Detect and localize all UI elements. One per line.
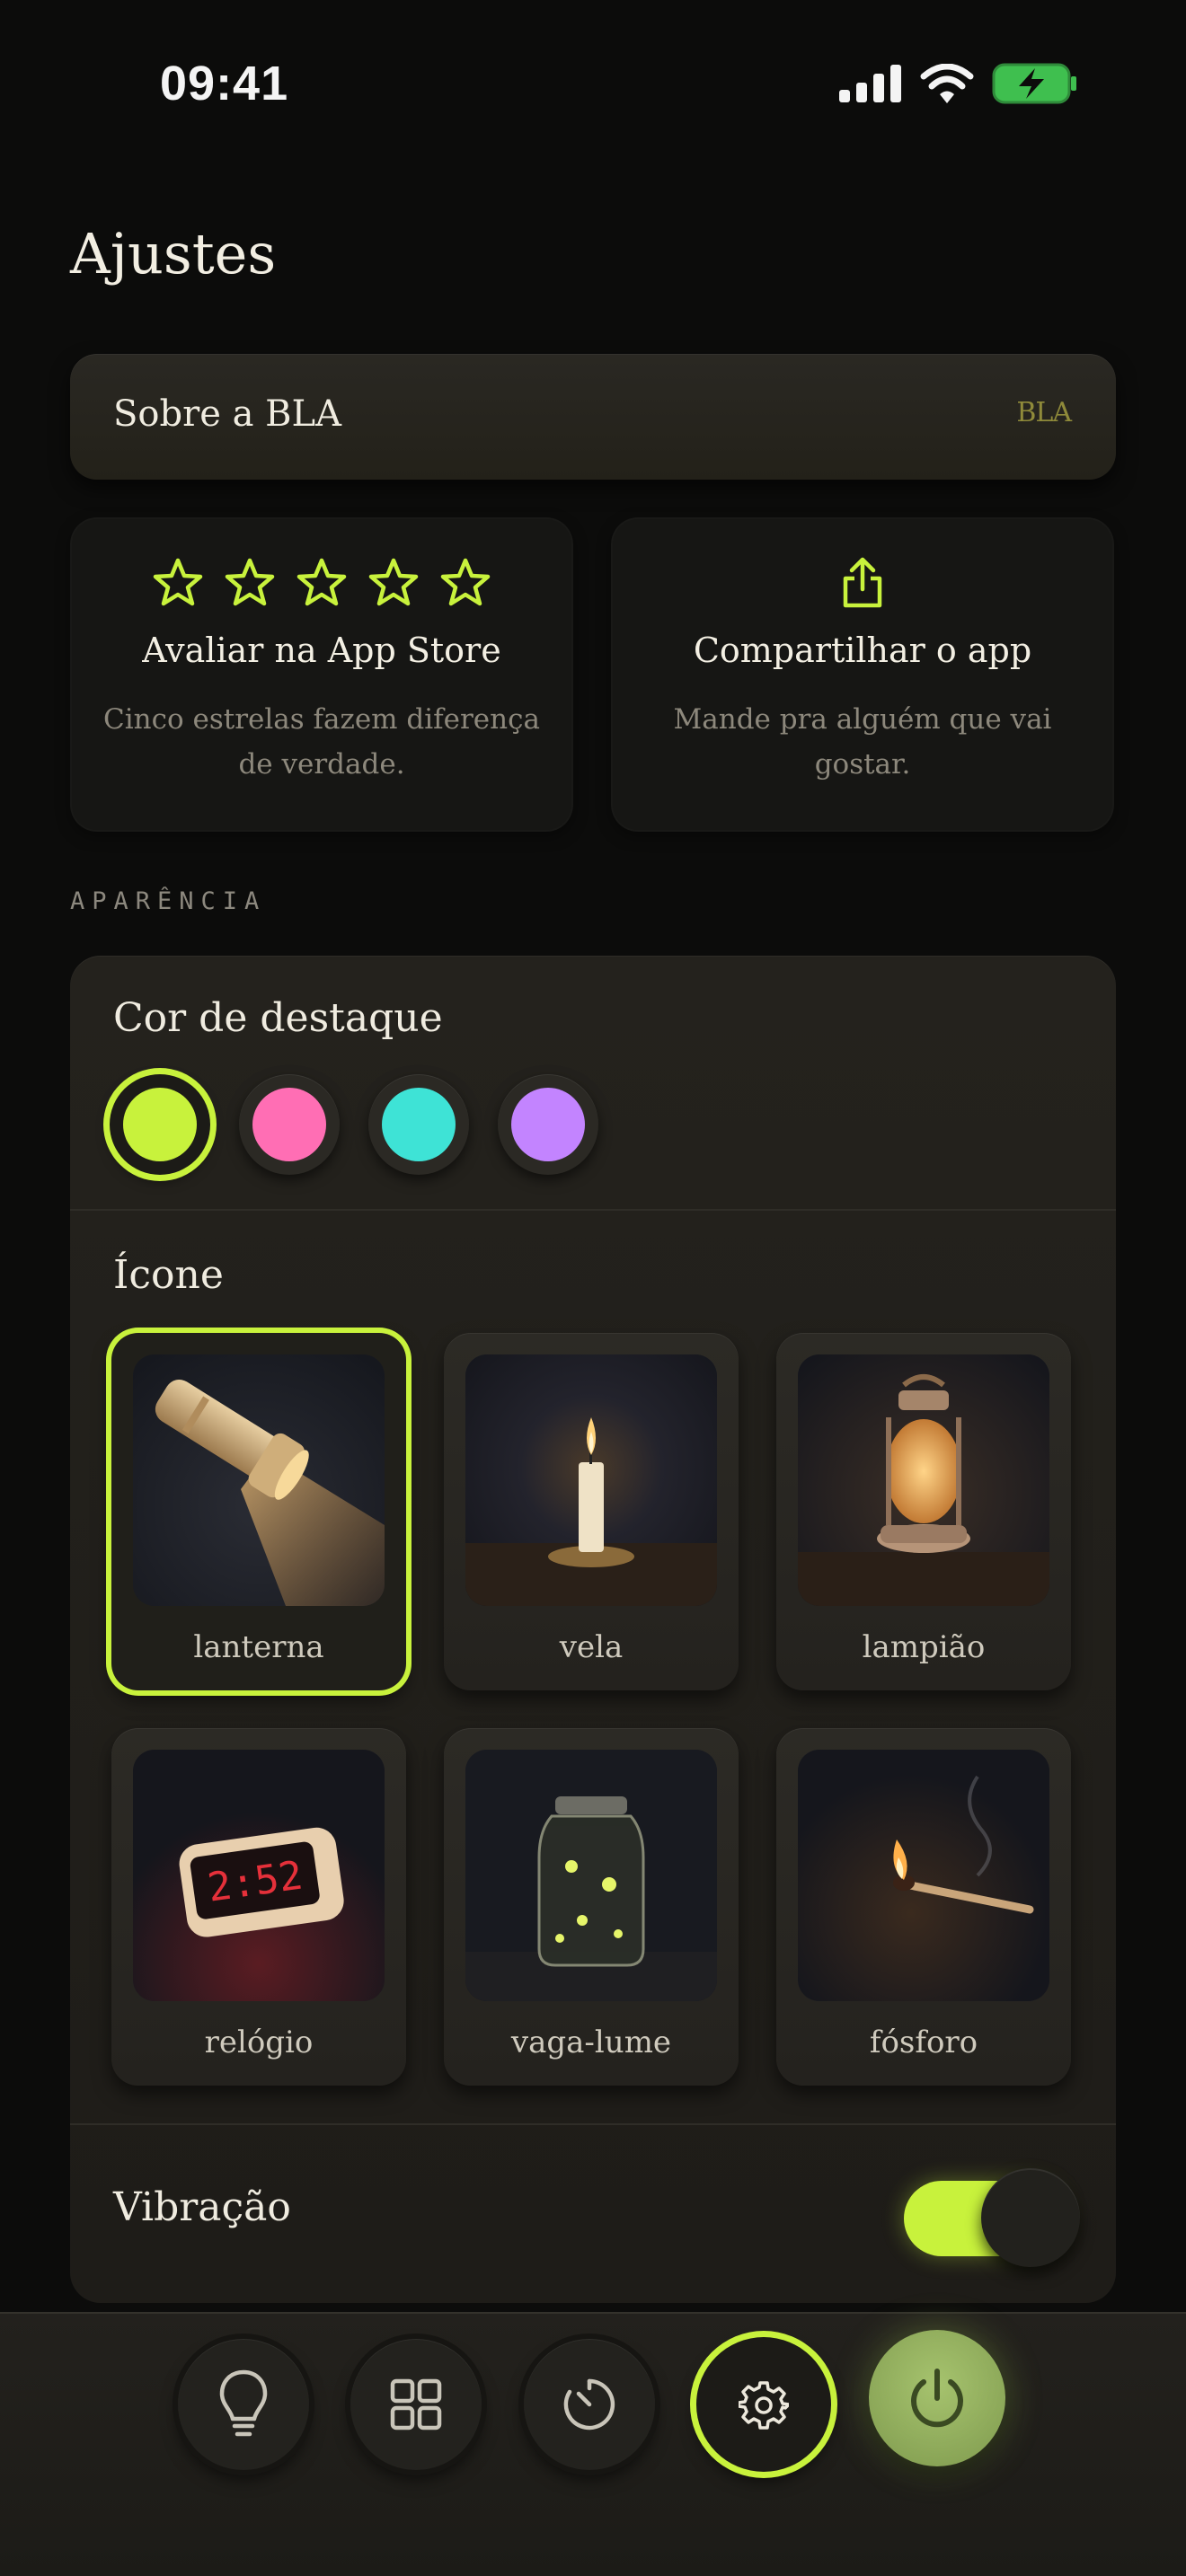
appearance-panel: Cor de destaque Ícone lanterna vela lamp… xyxy=(70,956,1116,2303)
share-app-title: Compartilhar o app xyxy=(693,631,1032,670)
lantern-icon xyxy=(798,1354,1049,1606)
app-icon-grid: lanterna vela lampião 2:52 relógio vaga-… xyxy=(111,1333,1071,2086)
app-icon-option-lanterna[interactable]: lanterna xyxy=(111,1333,406,1690)
accent-swatch-cyan[interactable] xyxy=(368,1074,469,1175)
toggle-knob xyxy=(981,2168,1080,2267)
rate-app-card[interactable]: Avaliar na App Store Cinco estrelas faze… xyxy=(70,517,573,832)
star-icon xyxy=(368,558,419,606)
about-label: Sobre a BLA xyxy=(113,393,342,435)
firefly-jar-icon xyxy=(465,1750,717,2001)
accent-swatch-purple[interactable] xyxy=(498,1074,598,1175)
share-app-card[interactable]: Compartilhar o app Mande pra alguém que … xyxy=(611,517,1114,832)
accent-color-title: Cor de destaque xyxy=(113,995,443,1041)
power-button[interactable] xyxy=(869,2330,1005,2466)
app-icon-label: vaga-lume xyxy=(510,2025,672,2060)
star-icon xyxy=(296,558,347,606)
app-icon-label: fósforo xyxy=(869,2025,978,2060)
match-icon xyxy=(798,1750,1049,2001)
status-time: 09:41 xyxy=(160,57,289,110)
status-icons xyxy=(839,63,1078,104)
alarm-clock-icon: 2:52 xyxy=(133,1750,385,2001)
rate-app-title: Avaliar na App Store xyxy=(142,631,501,670)
star-icon xyxy=(225,558,275,606)
gear-icon xyxy=(739,2381,789,2430)
cellular-signal-icon xyxy=(839,65,901,102)
accent-swatch-lime[interactable] xyxy=(110,1074,210,1175)
app-icon-option-vaga-lume[interactable]: vaga-lume xyxy=(444,1728,739,2086)
flashlight-icon xyxy=(133,1354,385,1606)
rate-app-subtitle: Cinco estrelas fazem diferença de verdad… xyxy=(103,703,540,781)
app-icon-option-fosforo[interactable]: fósforo xyxy=(776,1728,1071,2086)
share-icon xyxy=(843,557,882,608)
status-bar: 09:41 xyxy=(0,0,1186,171)
star-icon xyxy=(153,558,203,606)
page-title: Ajustes xyxy=(70,221,277,287)
nav-settings-button[interactable] xyxy=(696,2337,831,2472)
nav-timer-button[interactable] xyxy=(524,2339,655,2470)
app-icon-option-lampiao[interactable]: lampião xyxy=(776,1333,1071,1690)
candle-icon xyxy=(465,1354,717,1606)
nav-grid-button[interactable] xyxy=(350,2339,482,2470)
share-app-subtitle: Mande pra alguém que vai gostar. xyxy=(673,703,1052,781)
vibration-toggle[interactable] xyxy=(904,2168,1080,2267)
app-icon-option-vela[interactable]: vela xyxy=(444,1333,739,1690)
app-icon-label: lanterna xyxy=(193,1629,324,1665)
battery-charging-icon xyxy=(992,63,1076,104)
lightbulb-icon xyxy=(219,2369,268,2437)
section-label-appearance: APARÊNCIA xyxy=(70,887,267,915)
about-card[interactable]: Sobre a BLA BLA xyxy=(70,354,1116,480)
star-icon xyxy=(440,558,491,606)
timer-icon xyxy=(563,2378,615,2430)
app-icon-label: vela xyxy=(559,1629,624,1665)
app-icon-label: lampião xyxy=(862,1629,986,1665)
power-icon xyxy=(911,2369,963,2428)
wifi-icon xyxy=(920,64,974,103)
divider xyxy=(70,2123,1116,2125)
five-stars-icon xyxy=(70,557,573,607)
nav-light-button[interactable] xyxy=(178,2339,309,2470)
accent-swatch-pink[interactable] xyxy=(239,1074,340,1175)
app-icon-label: relógio xyxy=(204,2025,314,2060)
bottom-nav xyxy=(0,2312,1186,2576)
app-icon-option-relogio[interactable]: 2:52 relógio xyxy=(111,1728,406,2086)
bla-logo: BLA xyxy=(1016,397,1072,428)
vibration-label: Vibração xyxy=(113,2184,291,2230)
accent-color-picker xyxy=(110,1074,598,1175)
icon-section-title: Ícone xyxy=(113,1252,224,1298)
divider xyxy=(70,1209,1116,1211)
grid-icon xyxy=(390,2378,442,2430)
